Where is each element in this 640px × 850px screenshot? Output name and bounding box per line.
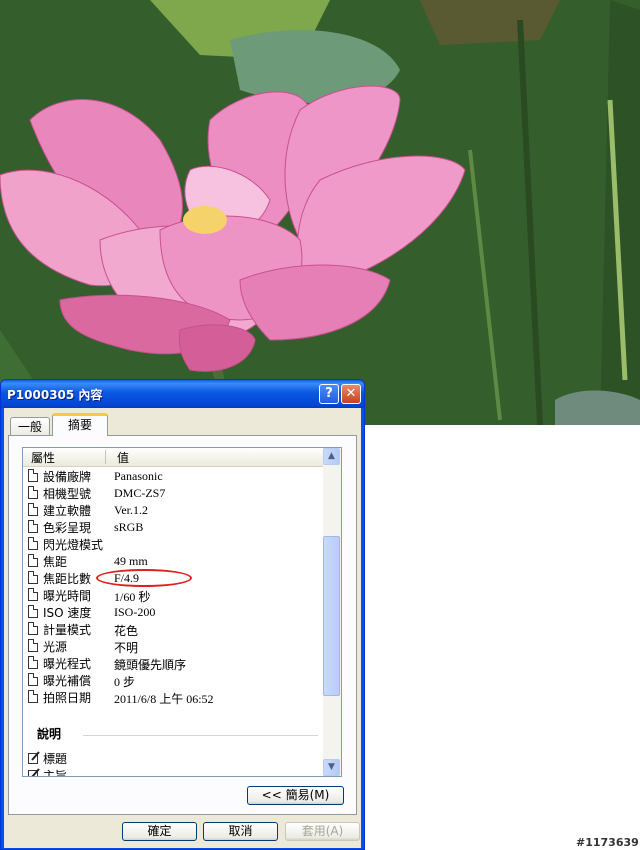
- list-item[interactable]: 計量模式 花色: [23, 620, 323, 638]
- document-icon: [28, 486, 38, 499]
- column-separator[interactable]: [105, 450, 106, 464]
- document-icon: [28, 673, 38, 686]
- cancel-button[interactable]: 取消: [203, 822, 278, 841]
- edit-icon: [28, 751, 40, 764]
- description-section-title: 說明: [37, 727, 62, 741]
- list-item[interactable]: ISO 速度 ISO-200: [23, 603, 323, 620]
- property-value: Ver.1.2: [114, 503, 148, 517]
- property-name: 建立軟體: [43, 504, 92, 518]
- document-icon: [28, 639, 38, 652]
- property-value: ISO-200: [114, 605, 156, 619]
- list-item[interactable]: 建立軟體 Ver.1.2: [23, 501, 323, 518]
- property-value: 49 mm: [114, 554, 148, 568]
- property-name: 色彩呈現: [43, 521, 92, 535]
- list-item[interactable]: 曝光程式 鏡頭優先順序: [23, 654, 323, 672]
- property-name: 光源: [43, 640, 68, 654]
- list-item[interactable]: 主旨: [23, 766, 323, 777]
- property-name: 曝光補償: [43, 674, 92, 688]
- property-value: sRGB: [114, 520, 144, 534]
- simple-view-button[interactable]: << 簡易(M): [247, 786, 344, 805]
- property-name: 閃光燈模式: [43, 538, 104, 552]
- document-icon: [28, 690, 38, 703]
- apply-button[interactable]: 套用(A): [285, 822, 360, 841]
- document-icon: [28, 656, 38, 669]
- section-divider: [83, 735, 318, 736]
- title-bar[interactable]: P1000305 內容 ? ✕: [1, 380, 364, 408]
- tab-general[interactable]: 一般: [10, 417, 50, 435]
- dialog-client: 一般 摘要 屬性 值 設備廠牌 Panasonic 相機型號 DMC-ZS7 建立軟…: [4, 408, 361, 848]
- property-value: Panasonic: [114, 469, 163, 483]
- property-name: 相機型號: [43, 487, 92, 501]
- properties-dialog: P1000305 內容 ? ✕ 一般 摘要 屬性 值 設備廠牌 Panasonic…: [0, 379, 365, 850]
- list-item[interactable]: 焦距 49 mm: [23, 552, 323, 569]
- description-item-name: 標題: [43, 752, 68, 766]
- column-value[interactable]: 值: [117, 449, 129, 466]
- list-item[interactable]: 光源 不明: [23, 637, 323, 655]
- property-rows: 設備廠牌 Panasonic 相機型號 DMC-ZS7 建立軟體 Ver.1.2 色彩…: [23, 467, 323, 706]
- list-item[interactable]: 色彩呈現 sRGB: [23, 518, 323, 535]
- document-icon: [28, 622, 38, 635]
- property-name: 焦距比數: [43, 572, 92, 586]
- list-item[interactable]: 標題: [23, 749, 323, 766]
- document-icon: [28, 503, 38, 516]
- property-name: 計量模式: [43, 623, 92, 637]
- scroll-thumb[interactable]: [323, 536, 340, 696]
- list-item[interactable]: 曝光時間 1/60 秒: [23, 586, 323, 604]
- list-item[interactable]: 曝光補償 0 步: [23, 671, 323, 689]
- property-name: 曝光程式: [43, 657, 92, 671]
- document-icon: [28, 520, 38, 533]
- list-item[interactable]: 拍照日期 2011/6/8 上午 06:52: [23, 688, 323, 706]
- help-button[interactable]: ?: [319, 384, 339, 404]
- list-item[interactable]: 設備廠牌 Panasonic: [23, 467, 323, 484]
- list-item[interactable]: 相機型號 DMC-ZS7: [23, 484, 323, 501]
- property-name: 拍照日期: [43, 691, 92, 705]
- tab-summary[interactable]: 摘要: [52, 413, 108, 436]
- edit-icon: [28, 768, 40, 776]
- description-item-name: 主旨: [43, 769, 68, 777]
- document-icon: [28, 537, 38, 550]
- document-icon: [28, 605, 38, 618]
- document-icon: [28, 554, 38, 567]
- close-button[interactable]: ✕: [341, 384, 361, 404]
- property-value: 2011/6/8 上午 06:52: [114, 692, 214, 706]
- property-name: 焦距: [43, 555, 68, 569]
- property-name: ISO 速度: [43, 606, 92, 620]
- document-icon: [28, 469, 38, 482]
- vertical-scrollbar[interactable]: ▲ ▼: [323, 448, 341, 776]
- properties-list[interactable]: 屬性 值 設備廠牌 Panasonic 相機型號 DMC-ZS7 建立軟體 Ver.1…: [22, 447, 342, 777]
- lotus-photo: [0, 0, 640, 425]
- watermark: #1173639: [576, 836, 639, 849]
- dialog-title: P1000305 內容: [7, 388, 103, 402]
- property-name: 設備廠牌: [43, 470, 92, 484]
- annotation-ellipse: [96, 569, 192, 587]
- property-name: 曝光時間: [43, 589, 92, 603]
- ok-button[interactable]: 確定: [122, 822, 197, 841]
- column-property[interactable]: 屬性: [31, 449, 55, 466]
- scroll-down-button[interactable]: ▼: [323, 759, 340, 776]
- document-icon: [28, 588, 38, 601]
- document-icon: [28, 571, 38, 584]
- scroll-up-button[interactable]: ▲: [323, 448, 340, 465]
- property-value: DMC-ZS7: [114, 486, 166, 500]
- list-item[interactable]: 閃光燈模式: [23, 535, 323, 552]
- list-header: 屬性 值: [23, 448, 323, 467]
